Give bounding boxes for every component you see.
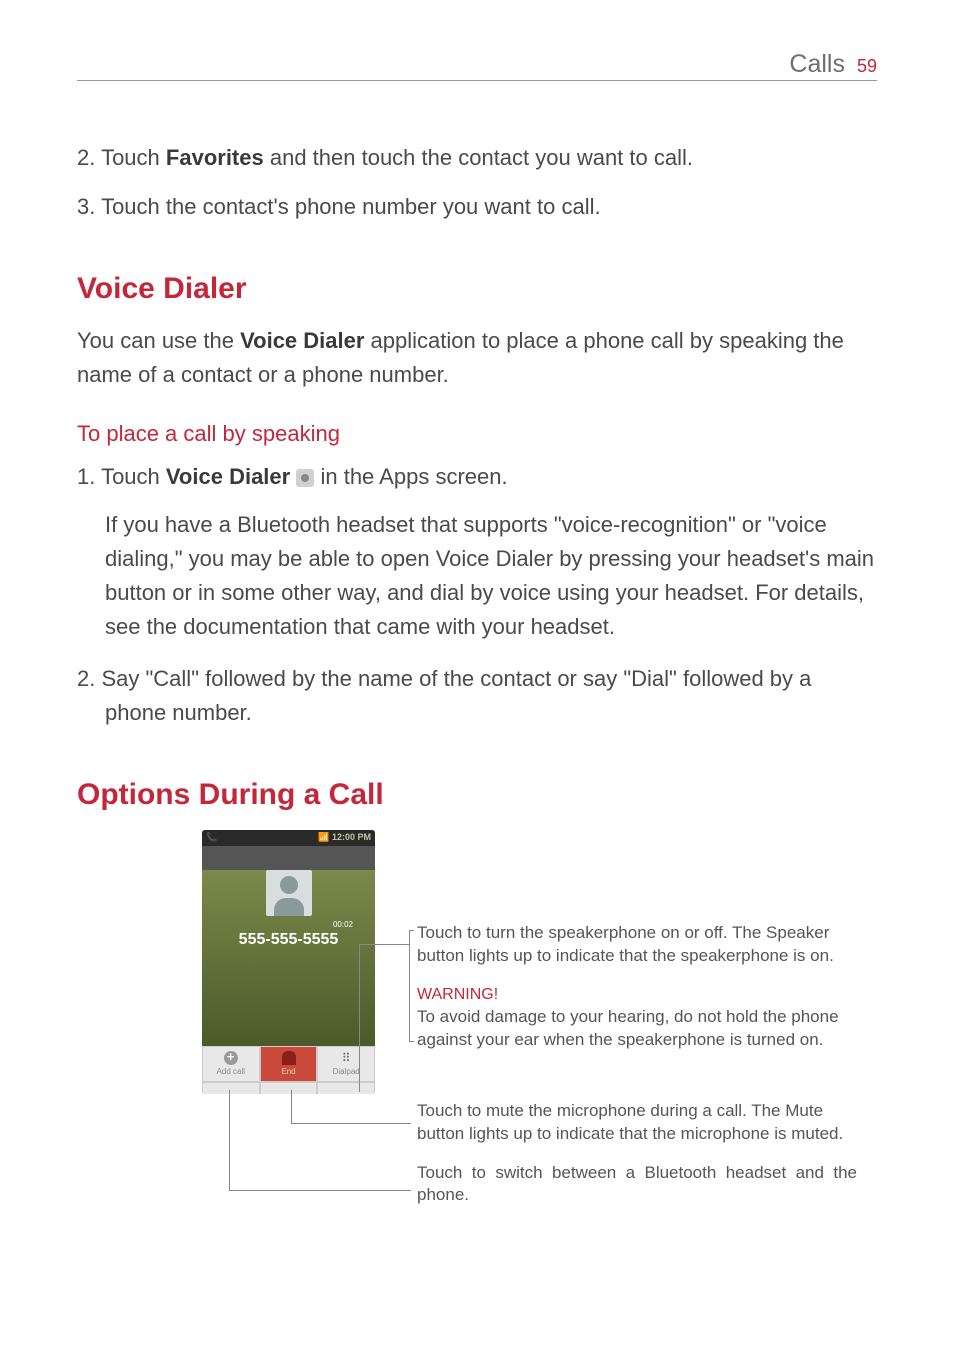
add-call-button[interactable]: Add call xyxy=(202,1046,260,1082)
voice-dialer-icon xyxy=(296,469,314,487)
callout-line xyxy=(229,1190,411,1191)
step-1-voice-dialer: 1. Touch Voice Dialer in the Apps screen… xyxy=(77,459,877,494)
bluetooth-button[interactable]: Bluetooth xyxy=(202,1082,260,1094)
button-row-2: Bluetooth Mute Speaker xyxy=(202,1082,375,1094)
step-2-favorites: 2. Touch Favorites and then touch the co… xyxy=(77,140,877,175)
contact-avatar xyxy=(266,870,312,916)
options-heading: Options During a Call xyxy=(77,778,877,812)
step-2-say-call: 2. Say "Call" followed by the name of th… xyxy=(77,662,877,730)
warning-callout: WARNING! To avoid damage to your hearing… xyxy=(417,984,857,1051)
step-bold: Favorites xyxy=(166,145,264,170)
callout-line xyxy=(359,944,360,1038)
step-text-pre: Touch xyxy=(95,145,166,170)
step1-bold: Voice Dialer xyxy=(166,464,290,489)
signal-icon: 📶 xyxy=(318,832,332,842)
dialpad-button[interactable]: ⠿ Dialpad xyxy=(317,1046,375,1082)
speaker-callout: Touch to turn the speakerphone on or off… xyxy=(417,922,857,968)
phone-screenshot: 📞 📶 12:00 PM 00:02 555-555-5555 Add call… xyxy=(202,830,375,1094)
voice-dialer-intro: You can use the Voice Dialer application… xyxy=(77,324,877,392)
step-text: Touch the contact's phone number you wan… xyxy=(95,194,600,219)
callout-line xyxy=(359,1038,360,1092)
dialpad-label: Dialpad xyxy=(333,1067,360,1076)
intro-pre: You can use the xyxy=(77,328,240,353)
section-title: Calls xyxy=(789,50,845,79)
status-bar: 📞 📶 12:00 PM xyxy=(202,830,375,846)
voice-dialer-heading: Voice Dialer xyxy=(77,272,877,306)
status-time: 12:00 PM xyxy=(332,832,371,842)
warning-text: To avoid damage to your hearing, do not … xyxy=(417,1006,857,1052)
callout-line xyxy=(359,944,410,945)
call-background: 00:02 555-555-5555 xyxy=(202,870,375,1046)
page-content: 2. Touch Favorites and then touch the co… xyxy=(77,140,877,1250)
step-num: 3. xyxy=(77,194,95,219)
callout-line xyxy=(291,1090,292,1123)
button-row-1: Add call End ⠿ Dialpad xyxy=(202,1046,375,1082)
plus-icon xyxy=(224,1051,238,1065)
callout-column: Touch to turn the speakerphone on or off… xyxy=(417,922,857,1223)
phone-number: 555-555-5555 xyxy=(202,931,375,949)
end-call-button[interactable]: End xyxy=(260,1046,318,1082)
place-call-heading: To place a call by speaking xyxy=(77,421,877,447)
warning-label: WARNING! xyxy=(417,984,857,1006)
end-call-icon xyxy=(282,1051,296,1065)
end-label: End xyxy=(281,1067,295,1076)
intro-bold: Voice Dialer xyxy=(240,328,364,353)
mute-callout: Touch to mute the microphone during a ca… xyxy=(417,1100,857,1146)
header-divider xyxy=(77,80,877,81)
callout-line xyxy=(291,1123,411,1124)
page-header: Calls 59 xyxy=(789,50,877,79)
dialpad-icon: ⠿ xyxy=(339,1051,353,1065)
step1-pre: 1. Touch xyxy=(77,464,166,489)
bluetooth-callout: Touch to switch between a Bluetooth head… xyxy=(417,1162,857,1208)
call-timer: 00:02 xyxy=(202,920,375,929)
step-num: 2. xyxy=(77,145,95,170)
callout-line xyxy=(229,1090,230,1190)
add-call-label: Add call xyxy=(217,1067,245,1076)
callout-bracket xyxy=(409,930,414,1042)
step-text-post: and then touch the contact you want to c… xyxy=(264,145,693,170)
page-number: 59 xyxy=(857,56,877,77)
step1-post: in the Apps screen. xyxy=(320,464,507,489)
call-screen-diagram: 📞 📶 12:00 PM 00:02 555-555-5555 Add call… xyxy=(77,830,877,1250)
call-status-icon: 📞 xyxy=(206,832,217,843)
speaker-button[interactable]: Speaker xyxy=(317,1082,375,1094)
step-1-detail: If you have a Bluetooth headset that sup… xyxy=(77,508,877,644)
mute-button[interactable]: Mute xyxy=(260,1082,318,1094)
step-3-contact-number: 3. Touch the contact's phone number you … xyxy=(77,189,877,224)
